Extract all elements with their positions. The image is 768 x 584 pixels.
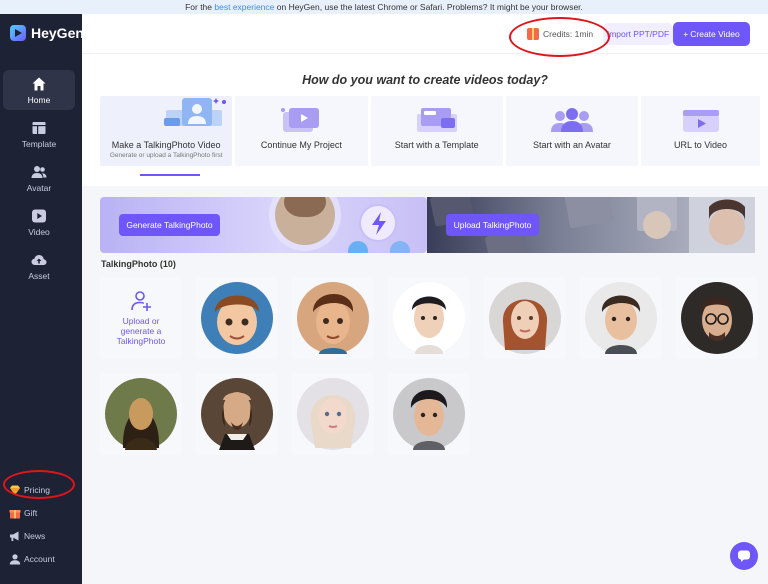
user-icon — [9, 553, 21, 564]
template-illustration-icon — [416, 108, 457, 132]
option-label: Start with an Avatar — [533, 140, 611, 150]
project-illustration-icon — [281, 108, 320, 132]
teen-boy-avatar — [585, 282, 657, 354]
shakespeare-avatar — [201, 378, 273, 450]
sidebar-item-news[interactable]: News — [0, 524, 82, 547]
cartoon-boy-avatar — [201, 282, 273, 354]
create-video-label: Create Video — [690, 29, 740, 39]
avatar-group-illustration-icon — [550, 108, 593, 132]
sidebar-item-label: Video — [28, 226, 50, 237]
sidebar-item-video[interactable]: Video — [3, 202, 75, 242]
add-user-icon — [131, 291, 151, 311]
option-template[interactable]: Start with a Template — [370, 96, 503, 166]
option-label: Continue My Project — [260, 140, 342, 150]
sidebar-item-label: Avatar — [26, 182, 52, 193]
upload-talkingphoto-banner: Upload TalkingPhoto — [427, 197, 755, 253]
browser-warning-banner: For the best experience on HeyGen, use t… — [0, 0, 768, 14]
talkingphoto-illustration-icon — [164, 98, 226, 126]
talkingphoto-card[interactable] — [484, 277, 566, 359]
cartoon-man-avatar — [297, 282, 369, 354]
talkingphoto-card[interactable] — [676, 277, 758, 359]
credits-indicator[interactable]: Credits: 1min — [527, 24, 593, 44]
talkingphoto-card[interactable] — [196, 373, 278, 455]
sidebar-item-asset[interactable]: Asset — [3, 246, 75, 286]
url-illustration-icon — [682, 110, 719, 132]
sidebar-item-template[interactable]: Template — [3, 114, 75, 154]
diamond-icon — [10, 485, 20, 495]
sidebar-item-label: Pricing — [24, 484, 50, 495]
main-content: How do you want to create videos today? … — [82, 54, 768, 584]
create-video-button[interactable]: + Create Video — [673, 22, 750, 46]
talkingphoto-card[interactable] — [100, 373, 182, 455]
banner-suffix: on HeyGen, use the latest Chrome or Safa… — [274, 2, 583, 12]
blonde-woman-avatar — [297, 378, 369, 450]
cloud-icon — [31, 254, 47, 265]
sidebar-item-label: Gift — [24, 507, 38, 518]
avatar-icon — [31, 165, 47, 178]
sidebar-item-label: Account — [24, 553, 55, 564]
talkingphoto-card[interactable] — [580, 277, 662, 359]
creation-options: Make a TalkingPhoto Video Generate or up… — [100, 96, 760, 166]
sidebar-item-account[interactable]: Account — [0, 547, 82, 570]
dark-hair-man-avatar — [393, 378, 465, 450]
app-logo[interactable]: HeyGen — [10, 25, 84, 41]
sidebar-item-label: News — [24, 530, 46, 541]
heygen-logo-icon — [10, 25, 26, 41]
talkingphoto-section: Generate TalkingPhoto Upload TalkingPhot… — [82, 186, 768, 584]
sidebar-item-label: Template — [21, 138, 57, 149]
option-url-to-video[interactable]: URL to Video — [641, 96, 760, 166]
sidebar-item-avatar[interactable]: Avatar — [3, 158, 75, 198]
page-heading: How do you want to create videos today? — [302, 73, 548, 87]
talkingphoto-card[interactable] — [292, 373, 374, 455]
talkingphoto-card[interactable] — [196, 277, 278, 359]
sidebar-item-label: Asset — [28, 270, 50, 281]
option-label: Make a TalkingPhoto Video — [111, 140, 221, 150]
sidebar-item-pricing[interactable]: Pricing — [0, 478, 82, 501]
redhead-woman-avatar — [489, 282, 561, 354]
megaphone-icon — [10, 531, 19, 541]
gift-icon — [9, 509, 21, 518]
active-option-indicator — [140, 174, 200, 176]
sidebar-bottom-nav: Pricing Gift News Account — [0, 478, 82, 570]
gift-icon — [527, 28, 539, 40]
mona-lisa-avatar — [105, 378, 177, 450]
video-icon — [32, 209, 46, 222]
sidebar-item-home[interactable]: Home — [3, 70, 75, 110]
talkingphoto-card[interactable] — [292, 277, 374, 359]
sidebar: HeyGen Home Template Avatar Video Asset … — [0, 14, 84, 584]
generate-talkingphoto-banner: Generate TalkingPhoto — [100, 197, 427, 253]
sidebar-item-label: Home — [27, 94, 51, 105]
talkingphoto-card[interactable] — [388, 373, 470, 455]
option-subtitle: Generate or upload a TalkingPhoto first — [109, 152, 223, 159]
chat-support-button[interactable] — [730, 542, 758, 570]
talkingphoto-card[interactable] — [388, 277, 470, 359]
glasses-man-avatar — [681, 282, 753, 354]
option-label: Start with a Template — [394, 140, 479, 150]
top-bar: Credits: 1min Import PPT/PDF + Create Vi… — [82, 14, 768, 54]
banner-link[interactable]: best experience — [214, 2, 274, 12]
app-name: HeyGen — [31, 25, 84, 41]
plus-icon: + — [683, 29, 689, 39]
template-icon — [32, 121, 46, 134]
option-avatar[interactable]: Start with an Avatar — [505, 96, 639, 166]
chat-icon — [738, 550, 750, 562]
talkingphoto-count-title: TalkingPhoto (10) — [101, 259, 176, 269]
generate-talkingphoto-button[interactable]: Generate TalkingPhoto — [119, 214, 220, 236]
import-ppt-button[interactable]: Import PPT/PDF — [603, 23, 673, 45]
upload-talkingphoto-card[interactable]: Upload or generate a TalkingPhoto — [100, 277, 182, 359]
sidebar-nav: Home Template Avatar Video Asset — [0, 70, 82, 290]
banner-prefix: For the — [185, 2, 215, 12]
credits-text: Credits: 1min — [543, 29, 594, 39]
option-continue-project[interactable]: Continue My Project — [235, 96, 368, 166]
upload-talkingphoto-button[interactable]: Upload TalkingPhoto — [446, 214, 539, 236]
young-man-avatar — [393, 282, 465, 354]
sidebar-item-gift[interactable]: Gift — [0, 501, 82, 524]
option-talkingphoto[interactable]: Make a TalkingPhoto Video Generate or up… — [100, 96, 233, 166]
option-label: URL to Video — [674, 140, 728, 150]
upload-card-text: Upload or generate a TalkingPhoto — [116, 316, 166, 346]
home-icon — [32, 77, 46, 90]
